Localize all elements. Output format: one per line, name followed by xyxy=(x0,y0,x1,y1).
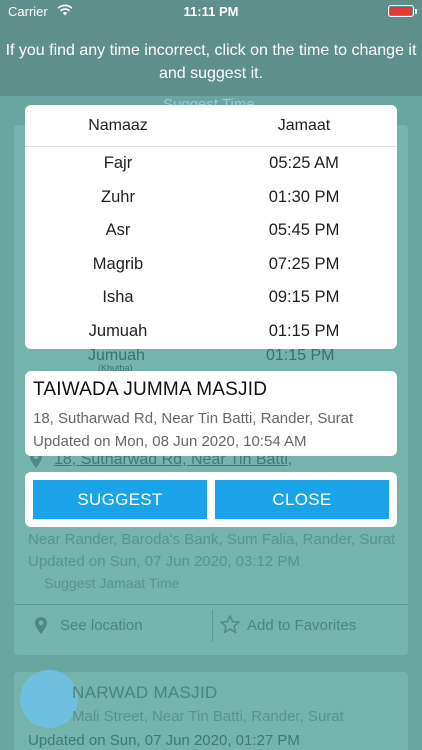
header-jamaat: Jamaat xyxy=(277,116,331,134)
jamaat-time[interactable]: 09:15 PM xyxy=(211,288,397,307)
bg-suggest-link[interactable]: Suggest Jamaat Time xyxy=(44,575,179,591)
battery-icon xyxy=(388,5,417,17)
masjid-updated: Updated on Mon, 08 Jun 2020, 10:54 AM xyxy=(33,433,307,450)
bg-see-location[interactable]: See location xyxy=(60,617,143,634)
jamaat-time[interactable]: 05:45 PM xyxy=(211,221,397,240)
star-icon[interactable] xyxy=(219,614,241,639)
bg-card2-title: NARWAD MASJID xyxy=(72,683,218,702)
timing-row-jumuah[interactable]: Jumuah 01:15 PM xyxy=(25,315,397,349)
suggest-button[interactable]: SUGGEST xyxy=(33,480,207,519)
timing-row-zuhr[interactable]: Zuhr 01:30 PM xyxy=(25,181,397,215)
masjid-name: TAIWADA JUMMA MASJID xyxy=(33,379,268,400)
timing-row-fajr[interactable]: Fajr 05:25 AM xyxy=(25,147,397,181)
timing-row-asr[interactable]: Asr 05:45 PM xyxy=(25,214,397,248)
bg-divider-h xyxy=(14,604,408,605)
jamaat-time[interactable]: 01:30 PM xyxy=(211,188,397,207)
bg-updated-1: Updated on Sun, 07 Jun 2020, 03:12 PM xyxy=(28,553,300,570)
namaaz-name: Asr xyxy=(105,221,131,240)
bg-avatar xyxy=(20,670,78,728)
namaaz-name: Jumuah xyxy=(88,321,148,340)
bg-add-favorites[interactable]: Add to Favorites xyxy=(247,617,356,634)
jamaat-time[interactable]: 07:25 PM xyxy=(211,255,397,274)
status-bar: Carrier 11:11 PM xyxy=(0,0,422,22)
jamaat-time[interactable]: 05:25 AM xyxy=(211,154,397,173)
close-button[interactable]: CLOSE xyxy=(215,480,389,519)
header-namaaz: Namaaz xyxy=(88,116,148,134)
masjid-address: 18, Sutharwad Rd, Near Tin Batti, Rander… xyxy=(33,410,354,427)
location-pin-icon[interactable] xyxy=(35,617,47,639)
namaaz-name: Zuhr xyxy=(101,187,135,206)
bg-address-line2: Near Rander, Baroda's Bank, Sum Falia, R… xyxy=(28,531,396,548)
timings-card: Namaaz Jamaat Fajr 05:25 AM Zuhr 01:30 P… xyxy=(25,105,397,349)
bg-divider-v xyxy=(212,610,213,642)
bg-jumuah-time: 01:15 PM xyxy=(266,347,335,364)
namaaz-name: Isha xyxy=(102,288,134,307)
timing-row-isha[interactable]: Isha 09:15 PM xyxy=(25,281,397,315)
bg-card2-address: Mali Street, Near Tin Batti, Rander, Sur… xyxy=(72,708,344,725)
masjid-info-card: TAIWADA JUMMA MASJID 18, Sutharwad Rd, N… xyxy=(25,371,397,456)
action-bar: SUGGEST CLOSE xyxy=(25,472,397,527)
battery-level xyxy=(390,7,412,15)
info-banner: If you find any time incorrect, click on… xyxy=(0,22,422,96)
namaaz-name: Fajr xyxy=(103,154,133,173)
timing-row-magrib[interactable]: Magrib 07:25 PM xyxy=(25,248,397,282)
bg-updated-2: Updated on Sun, 07 Jun 2020, 01:27 PM xyxy=(28,732,300,749)
namaaz-name: Magrib xyxy=(92,254,144,273)
status-clock: 11:11 PM xyxy=(183,4,239,19)
timings-header: Namaaz Jamaat xyxy=(25,105,397,147)
jamaat-time[interactable]: 01:15 PM xyxy=(211,322,397,341)
